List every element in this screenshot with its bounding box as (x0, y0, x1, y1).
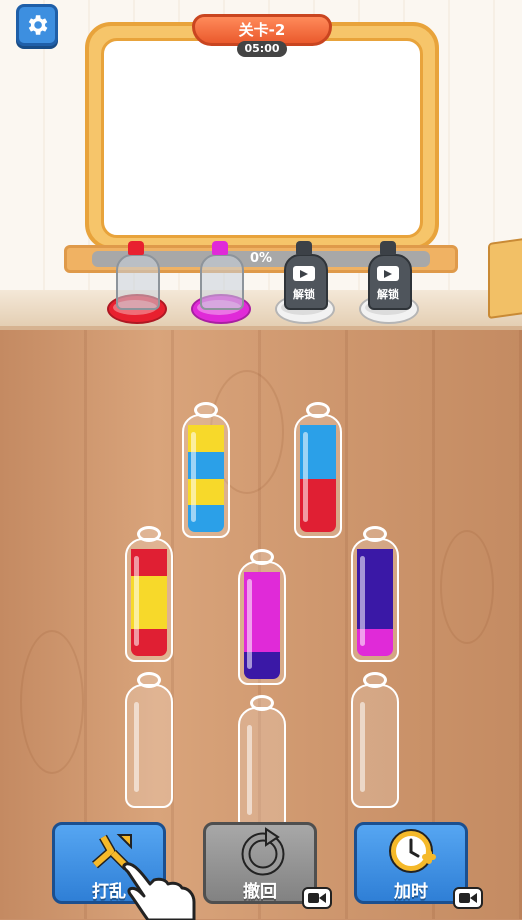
cap-knob (128, 241, 144, 255)
bottle-neck (137, 672, 161, 688)
cap-dome (200, 254, 244, 310)
bottle[interactable] (294, 402, 342, 538)
bottle-neck (363, 526, 387, 542)
bottle-shine (247, 725, 252, 815)
bottle[interactable] (182, 402, 230, 538)
bottle-shine (134, 702, 139, 792)
undo-arrow-icon (241, 827, 285, 876)
cap-knob (380, 241, 396, 255)
bottle-shine (247, 579, 252, 669)
add-time-button[interactable]: 加时 (354, 822, 483, 909)
bottle-body (351, 538, 399, 662)
pointing-hand-icon (122, 862, 196, 920)
empty-bottle[interactable] (125, 672, 173, 808)
undo-button[interactable]: 撤回 (203, 822, 332, 909)
bottle[interactable] (125, 526, 173, 662)
gear-icon (28, 15, 48, 35)
bottle[interactable] (238, 549, 286, 685)
bottle-shine (134, 556, 139, 646)
cap-slot-locked[interactable]: 解锁 (273, 238, 335, 324)
cap-knob (296, 241, 312, 255)
empty-bottle[interactable] (238, 695, 286, 831)
cap-dome (116, 254, 160, 310)
bottle-shine (303, 432, 308, 522)
cap-slot[interactable] (105, 238, 167, 324)
bottle-neck (137, 526, 161, 542)
cardboard-box (488, 236, 522, 320)
undo-label: 撤回 (243, 882, 277, 902)
cap-slot[interactable] (189, 238, 251, 324)
settings-button[interactable] (16, 4, 58, 46)
shelf (0, 290, 522, 332)
video-ad-icon (377, 266, 399, 281)
unlock-label: 解锁 (377, 288, 399, 301)
video-ad-icon (302, 887, 332, 909)
bottle-shine (360, 702, 365, 792)
bottle[interactable] (351, 526, 399, 662)
bottle-body (125, 538, 173, 662)
bottle-body (238, 561, 286, 685)
bottle-neck (250, 695, 274, 711)
bottle-neck (306, 402, 330, 418)
bottle-body (125, 684, 173, 808)
bottle-body (238, 707, 286, 831)
add-time-label: 加时 (394, 882, 428, 902)
bottle-body (351, 684, 399, 808)
timer: 05:00 (237, 41, 287, 57)
bottle-neck (363, 672, 387, 688)
bottle-shine (360, 556, 365, 646)
bottle-body (294, 414, 342, 538)
cap-knob (212, 241, 228, 255)
unlock-label: 解锁 (293, 288, 315, 301)
bottle-body (182, 414, 230, 538)
clock-plus-icon (389, 829, 436, 873)
cap-slot-locked[interactable]: 解锁 (357, 238, 419, 324)
empty-bottle[interactable] (351, 672, 399, 808)
board-display (101, 38, 423, 238)
video-ad-icon (453, 887, 483, 909)
video-ad-icon (293, 266, 315, 281)
bottle-neck (250, 549, 274, 565)
bottle-neck (194, 402, 218, 418)
bottle-shine (191, 432, 196, 522)
